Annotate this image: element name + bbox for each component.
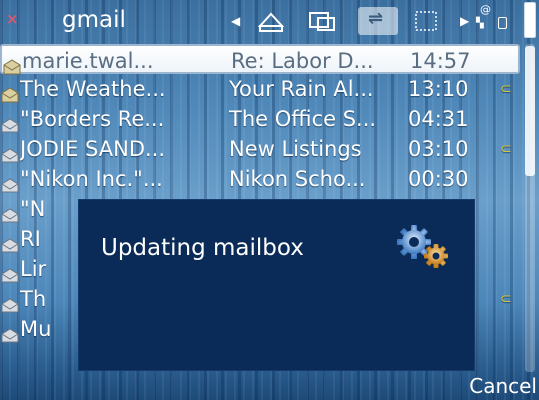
message-row[interactable]: JODIE SAND... New Listings 03:10 ⊂ [0,134,520,164]
dialog-message: Updating mailbox [101,235,304,261]
mail-icon [1,141,19,163]
message-sender: marie.twal... [22,49,154,73]
mail-open-icon [1,81,19,103]
mail-icon [1,321,19,343]
message-subject: Your Rain Al... [229,77,374,101]
cancel-softkey[interactable]: Cancel [469,374,537,398]
scrollbar[interactable] [525,44,535,372]
mail-icon [1,171,19,193]
message-sender: JODIE SAND... [20,137,166,161]
message-time: 04:31 [408,107,469,131]
updating-dialog: Updating mailbox [79,200,474,370]
mail-icon [1,111,19,133]
gears-icon [392,222,454,274]
attachment-icon: ⊂ [500,291,512,307]
scroll-thumb[interactable] [525,46,535,176]
message-sender: The Weathe... [20,77,166,101]
connection-indicators: @ ▚ [476,4,512,34]
close-icon[interactable]: × [6,12,20,27]
message-subject: New Listings [229,137,362,161]
mail-icon [1,231,19,253]
folder-icon[interactable] [307,8,337,34]
message-sender: "Borders Re... [20,107,165,131]
arrow-right-icon[interactable]: ▶ [460,8,470,34]
message-time: 03:10 [408,137,469,161]
mail-icon [1,261,19,283]
message-time: 13:10 [408,77,469,101]
message-row[interactable]: The Weathe... Your Rain Al... 13:10 ⊂ [0,74,520,104]
arrow-left-icon[interactable]: ◀ [231,8,245,34]
attachment-icon: ⊂ [500,81,512,97]
message-row[interactable]: "Borders Re... The Office S... 04:31 [0,104,520,134]
attachment-icon: ⊂ [500,141,512,157]
inbox-icon[interactable] [256,8,286,34]
softkey-bar: Cancel [0,372,539,400]
mail-icon [1,201,19,223]
antenna-icon: ▚ [476,18,484,29]
mail-icon [1,291,19,313]
message-subject: The Office S... [229,107,377,131]
message-subject: Nikon Scho... [229,167,366,191]
lock-icon [498,17,507,29]
message-row[interactable]: marie.twal... Re: Labor D... 14:57 [0,44,520,75]
mail-open-icon [3,53,21,75]
message-row[interactable]: "Nikon Inc."... Nikon Scho... 00:30 [0,164,520,194]
message-subject: Re: Labor D... [231,49,374,73]
at-sign-icon: @ [480,3,491,16]
sync-icon[interactable]: ⇌ [358,7,398,35]
grid-icon[interactable] [412,8,440,34]
message-time: 00:30 [408,167,469,191]
message-sender: "Nikon Inc."... [20,167,163,191]
status-bar: × gmail ◀ ⇌ ▶ @ ▚ [0,0,539,42]
message-time: 14:57 [410,49,471,73]
battery-icon [524,2,536,38]
mailbox-title: gmail [62,7,126,33]
